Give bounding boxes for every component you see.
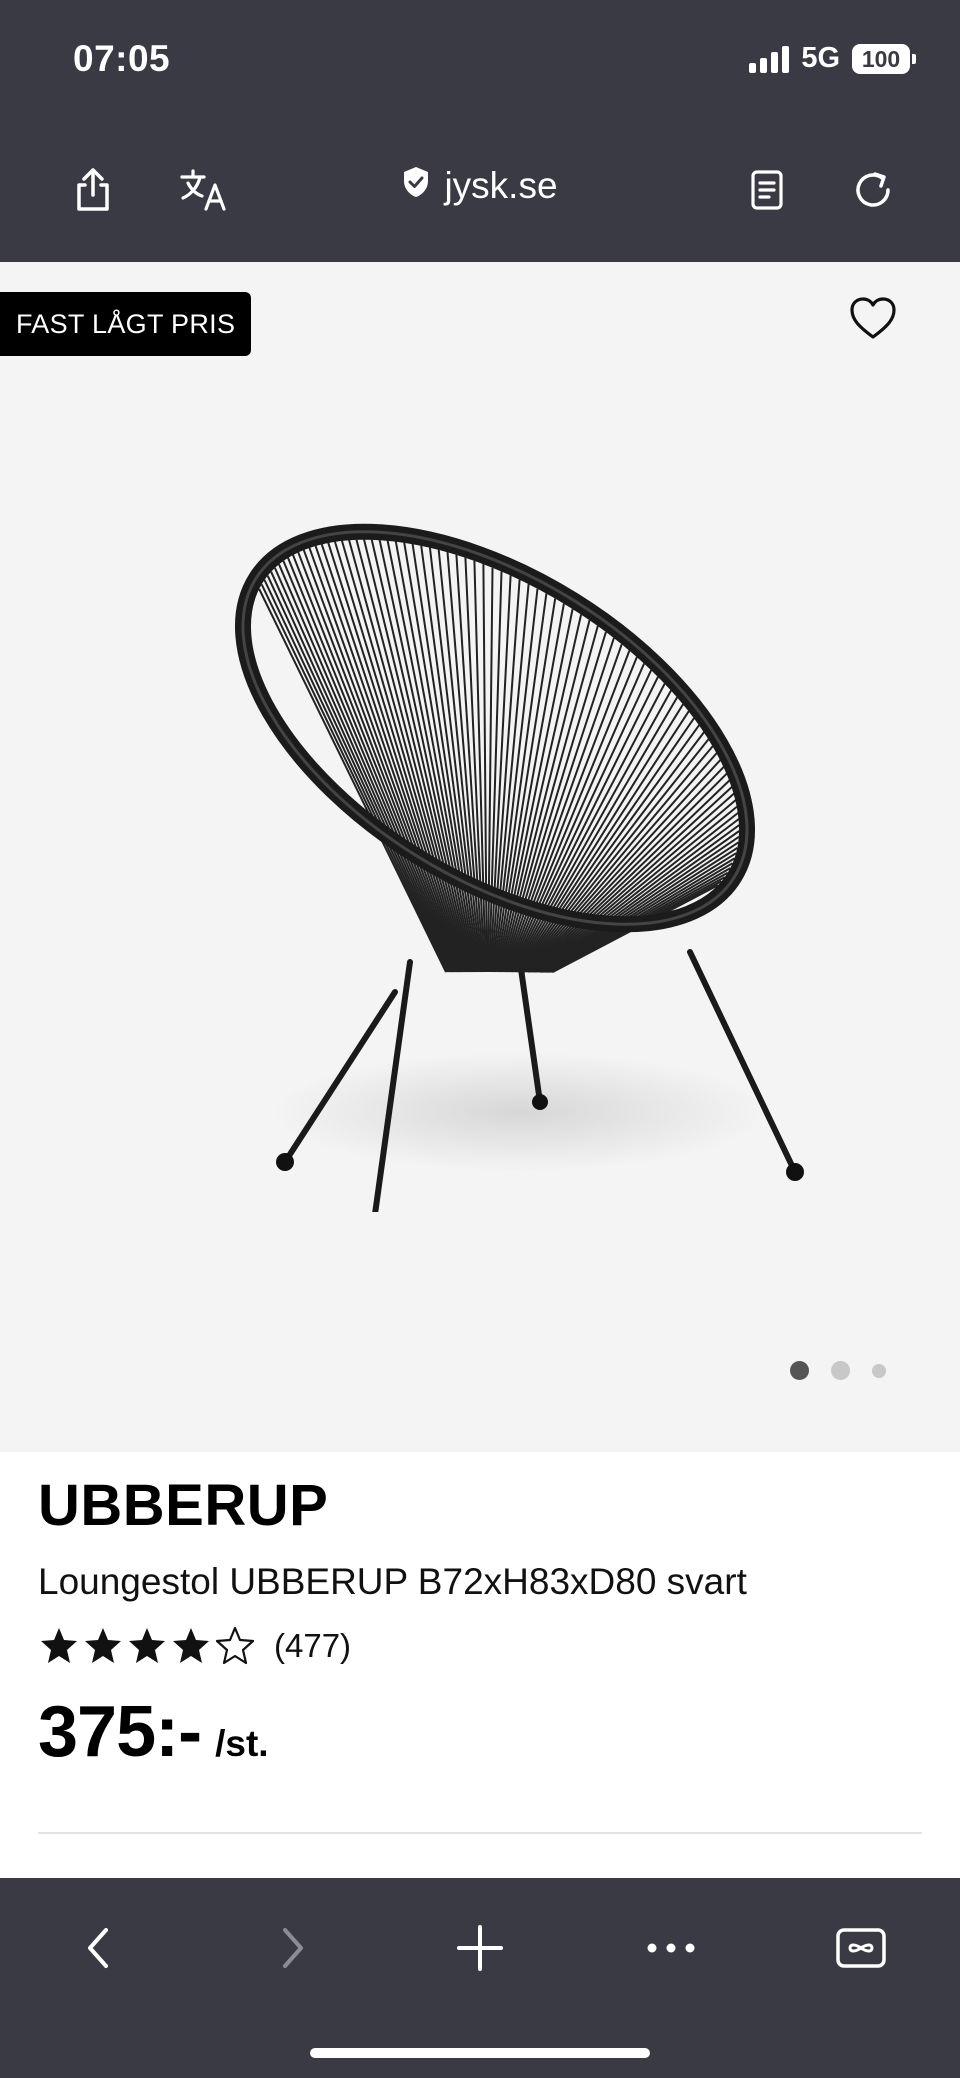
battery-level: 100 bbox=[852, 43, 910, 74]
carousel-dot-2[interactable] bbox=[831, 1361, 850, 1380]
forward-icon[interactable] bbox=[257, 1913, 327, 1983]
star-filled-icon bbox=[41, 1628, 77, 1663]
price-unit: /st. bbox=[215, 1723, 269, 1764]
carousel-dot-3[interactable] bbox=[872, 1363, 886, 1378]
star-filled-icon bbox=[129, 1628, 165, 1663]
browser-top-bar: 07:05 5G 100 jysk.se bbox=[0, 0, 960, 262]
star-filled-icon bbox=[85, 1628, 121, 1663]
carousel-dots[interactable] bbox=[790, 1361, 886, 1380]
back-icon[interactable] bbox=[64, 1913, 134, 1983]
star-filled-icon bbox=[173, 1628, 209, 1663]
network-label: 5G bbox=[801, 42, 840, 74]
price-amount: 375:- bbox=[38, 1692, 202, 1772]
product-name: UBBERUP bbox=[38, 1473, 329, 1538]
reload-icon[interactable] bbox=[846, 163, 900, 217]
shield-icon bbox=[402, 165, 430, 207]
product-image-gallery[interactable]: FAST LÅGT PRIS bbox=[0, 262, 960, 1452]
tabs-icon[interactable] bbox=[826, 1913, 896, 1983]
carousel-dot-1[interactable] bbox=[790, 1361, 809, 1380]
battery-icon: 100 bbox=[852, 43, 916, 74]
rating-stars bbox=[38, 1625, 256, 1667]
browser-bottom-bar bbox=[0, 1878, 960, 2078]
star-empty-icon bbox=[215, 1626, 255, 1665]
product-info: UBBERUP Loungestol UBBERUP B72xH83xD80 s… bbox=[38, 1472, 922, 1773]
product-rating[interactable]: (477) bbox=[38, 1625, 922, 1667]
divider bbox=[38, 1832, 922, 1834]
home-indicator[interactable] bbox=[310, 2048, 650, 2058]
url-text: jysk.se bbox=[444, 165, 558, 206]
rating-count[interactable]: (477) bbox=[274, 1627, 351, 1665]
signal-icon bbox=[749, 45, 790, 73]
product-price: 375:- /st. bbox=[38, 1691, 922, 1773]
price-badge: FAST LÅGT PRIS bbox=[0, 292, 252, 356]
status-time: 07:05 bbox=[73, 38, 171, 79]
chair-image bbox=[234, 523, 804, 1212]
new-tab-icon[interactable] bbox=[445, 1913, 515, 1983]
reader-icon[interactable] bbox=[740, 163, 794, 217]
more-icon[interactable] bbox=[636, 1913, 706, 1983]
status-indicators: 5G 100 bbox=[749, 42, 916, 75]
heart-icon[interactable] bbox=[848, 294, 898, 344]
address-bar[interactable]: jysk.se bbox=[36, 135, 924, 245]
product-description: Loungestol UBBERUP B72xH83xD80 svart bbox=[38, 1561, 747, 1602]
